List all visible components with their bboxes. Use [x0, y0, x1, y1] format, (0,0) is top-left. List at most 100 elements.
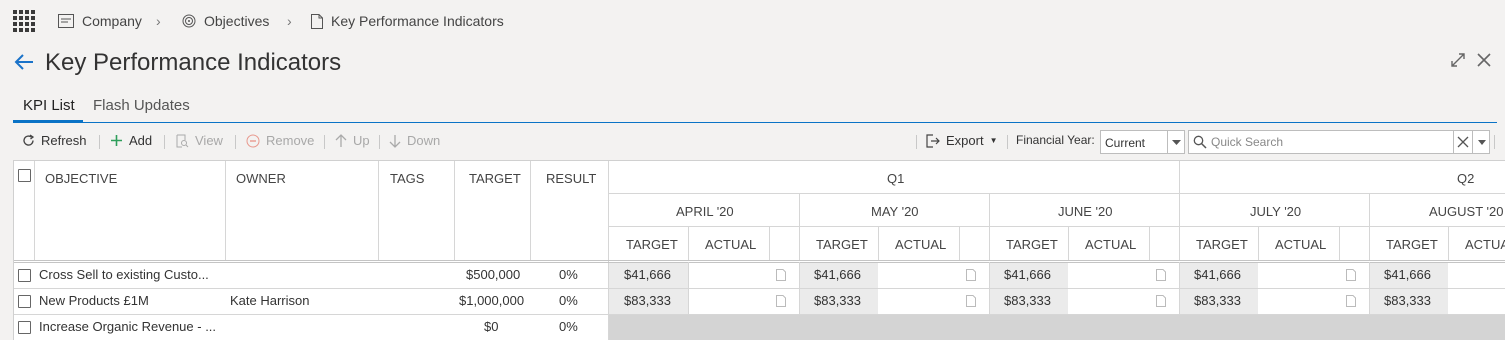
grid-line: [1068, 227, 1069, 261]
grid-line: [799, 193, 800, 261]
note-icon[interactable]: [776, 295, 786, 307]
grid-line: [14, 262, 1505, 263]
refresh-button[interactable]: Refresh: [22, 133, 87, 148]
breadcrumb-objectives[interactable]: Objectives: [182, 13, 269, 29]
monthly-target: $83,333: [1384, 293, 1431, 308]
view-icon: [176, 134, 189, 147]
grid-line: [1369, 262, 1370, 315]
export-icon: [926, 133, 940, 148]
grid-line: [878, 227, 879, 261]
down-button[interactable]: Down: [389, 133, 440, 148]
column-header-objective[interactable]: OBJECTIVE: [45, 171, 117, 186]
financial-year-label: Financial Year:: [1016, 133, 1095, 147]
toolbar-divider: [1494, 135, 1495, 149]
search-input[interactable]: [1211, 134, 1451, 150]
view-button[interactable]: View: [176, 133, 223, 148]
search-options-caret-icon[interactable]: [1475, 131, 1489, 153]
row-result: 0%: [559, 319, 578, 334]
row-checkbox[interactable]: [18, 269, 31, 282]
column-header-tags[interactable]: TAGS: [390, 171, 424, 186]
sub-header-target: TARGET: [1006, 237, 1058, 252]
sub-header-target: TARGET: [626, 237, 678, 252]
minus-circle-icon: [246, 134, 260, 147]
arrow-up-icon: [335, 133, 347, 147]
quick-search[interactable]: [1188, 130, 1490, 154]
grid-line: [225, 161, 226, 261]
grid-line: [959, 227, 960, 261]
search-divider: [1472, 131, 1473, 153]
grid-line: [1179, 262, 1180, 315]
toolbar-divider: [379, 135, 380, 149]
row-objective[interactable]: Cross Sell to existing Custo...: [39, 267, 209, 282]
back-arrow-icon[interactable]: [13, 52, 35, 72]
monthly-target: $83,333: [814, 293, 861, 308]
chevron-right-icon: ›: [287, 13, 292, 29]
breadcrumb-kpi-label: Key Performance Indicators: [331, 13, 504, 29]
expand-icon[interactable]: [1450, 52, 1466, 68]
caret-down-icon: ▼: [989, 136, 998, 145]
sub-header-actual: ACTUAL: [895, 237, 947, 252]
note-icon[interactable]: [1346, 269, 1356, 281]
column-header-owner[interactable]: OWNER: [236, 171, 286, 186]
column-header-target[interactable]: TARGET: [469, 171, 521, 186]
breadcrumb-objectives-label: Objectives: [204, 13, 270, 29]
up-button[interactable]: Up: [335, 133, 370, 148]
note-icon[interactable]: [1346, 295, 1356, 307]
close-icon[interactable]: [1476, 52, 1492, 68]
row-checkbox[interactable]: [18, 295, 31, 308]
dropdown-arrow-icon[interactable]: [1167, 131, 1184, 153]
sub-header-actual: ACTUAL: [1275, 237, 1327, 252]
toolbar-divider: [164, 135, 165, 149]
breadcrumb-company[interactable]: Company: [58, 13, 142, 29]
note-icon[interactable]: [966, 269, 976, 281]
clear-icon[interactable]: [1457, 136, 1469, 148]
grid-line: [1369, 193, 1370, 261]
export-button[interactable]: Export ▼: [926, 133, 998, 148]
row-checkbox[interactable]: [18, 321, 31, 334]
grid-line: [14, 260, 1505, 261]
document-icon: [311, 13, 323, 29]
row-objective[interactable]: New Products £1M: [39, 293, 149, 308]
tab-kpi-list[interactable]: KPI List: [23, 97, 75, 114]
sub-header-actual: ACTUAL: [1085, 237, 1137, 252]
row-result: 0%: [559, 267, 578, 282]
grid-line: [454, 161, 455, 261]
note-icon[interactable]: [1156, 269, 1166, 281]
note-icon[interactable]: [966, 295, 976, 307]
plus-icon: [111, 135, 122, 146]
add-label: Add: [129, 133, 153, 148]
month-header: JULY '20: [1250, 204, 1302, 219]
monthly-target: $41,666: [624, 267, 671, 282]
grid-line: [688, 227, 689, 261]
toolbar-divider: [99, 135, 100, 149]
row-result: 0%: [559, 293, 578, 308]
sub-header-actual: ACTUAL: [1465, 237, 1505, 252]
tab-flash-updates[interactable]: Flash Updates: [93, 97, 190, 114]
financial-year-value: Current: [1105, 136, 1146, 150]
app-launcher-icon[interactable]: [13, 10, 35, 32]
remove-button[interactable]: Remove: [246, 133, 314, 148]
page-title: Key Performance Indicators: [45, 49, 342, 76]
note-icon[interactable]: [1156, 295, 1166, 307]
select-all-checkbox[interactable]: [18, 169, 31, 182]
financial-year-select[interactable]: Current: [1100, 130, 1185, 154]
quarter-header-q1: Q1: [887, 171, 905, 186]
search-icon: [1193, 135, 1207, 149]
monthly-target: $41,666: [814, 267, 861, 282]
grid-line: [34, 161, 35, 261]
view-label: View: [195, 133, 223, 148]
grid-line: [799, 262, 800, 315]
breadcrumb-kpi[interactable]: Key Performance Indicators: [311, 13, 504, 29]
grid-line: [1179, 161, 1180, 261]
note-icon[interactable]: [776, 269, 786, 281]
arrow-down-icon: [389, 134, 401, 148]
column-header-result[interactable]: RESULT: [546, 171, 596, 186]
sub-header-target: TARGET: [816, 237, 868, 252]
month-header: AUGUST '20: [1429, 204, 1504, 219]
row-objective[interactable]: Increase Organic Revenue - ...: [39, 319, 216, 334]
row-owner: Kate Harrison: [230, 293, 310, 308]
sub-header-target: TARGET: [1386, 237, 1438, 252]
toolbar-divider: [324, 135, 325, 149]
monthly-target: $41,666: [1194, 267, 1241, 282]
add-button[interactable]: Add: [110, 133, 152, 148]
